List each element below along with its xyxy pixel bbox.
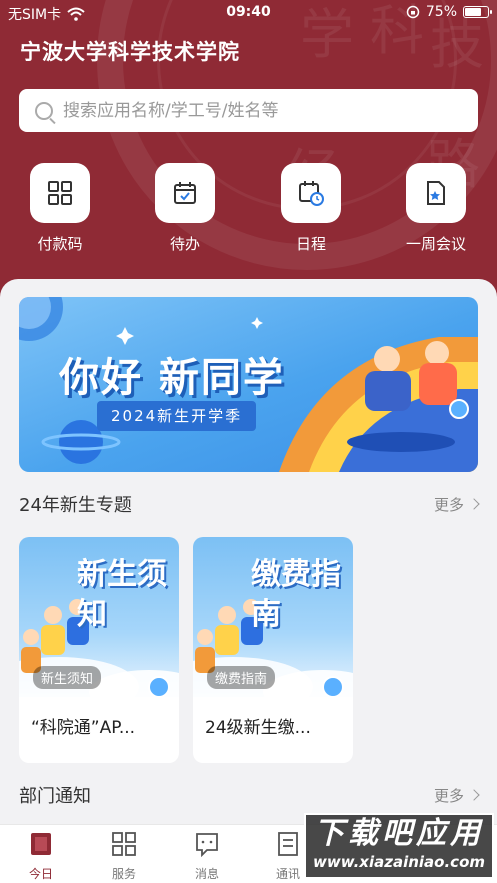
battery-icon: [463, 6, 492, 18]
status-bar: 无SIM卡 09:40 75%: [0, 0, 497, 26]
watermark-text: 下载吧应用: [314, 816, 484, 851]
search-input[interactable]: [63, 100, 443, 121]
quick-action-label: 待办: [169, 235, 200, 253]
more-label: 更多: [433, 495, 464, 514]
schedule-icon: [299, 181, 324, 206]
tab-services[interactable]: 服务: [94, 831, 154, 882]
banner-subtitle: 2024新生开学季: [97, 401, 257, 431]
tab-messages[interactable]: 消息: [177, 831, 237, 882]
banner-title: 你好 新同学: [59, 355, 285, 401]
contacts-icon: [278, 832, 298, 856]
battery-percent: 75%: [425, 4, 457, 20]
qrcode-icon: [48, 181, 72, 205]
section-title: 部门通知: [19, 786, 91, 807]
meeting-doc-icon: [427, 181, 445, 205]
main-content: 你好 新同学 2024新生开学季 24年新生专题 更多 新生须知 新生须知 “科…: [0, 279, 497, 824]
search-icon: [35, 101, 53, 120]
tab-today[interactable]: 今日: [11, 831, 71, 882]
quick-action-payment-code[interactable]: 付款码: [15, 163, 105, 254]
more-label: 更多: [433, 786, 464, 805]
section-header-new-students: 24年新生专题 更多: [19, 492, 480, 516]
tab-label: 消息: [194, 867, 219, 881]
quick-action-schedule[interactable]: 日程: [266, 163, 356, 254]
card-art-text: 新生须知: [77, 557, 167, 632]
today-icon: [31, 833, 51, 855]
quick-action-weekly-meeting[interactable]: 一周会议: [391, 163, 481, 254]
page-title: 宁波大学科学技术学院: [20, 40, 240, 64]
card-art-text: 缴费指南: [251, 557, 341, 632]
quick-action-todo[interactable]: 待办: [140, 163, 230, 254]
watermark-logo: 下载吧应用 www.xiazainiao.com: [304, 813, 494, 879]
watermark-url: www.xiazainiao.com: [312, 853, 486, 871]
section-title: 24年新生专题: [19, 495, 132, 516]
topic-card[interactable]: 缴费指南 缴费指南 24级新生缴...: [193, 537, 353, 763]
card-title: 24级新生缴...: [205, 718, 311, 738]
search-bar[interactable]: [19, 89, 478, 132]
topic-card[interactable]: 新生须知 新生须知 “科院通”AP...: [19, 537, 179, 763]
quick-action-label: 一周会议: [405, 235, 466, 253]
card-image: 缴费指南 缴费指南: [193, 537, 353, 697]
quick-action-label: 日程: [295, 235, 326, 253]
card-tag: 缴费指南: [207, 666, 276, 689]
grid-icon: [112, 832, 136, 856]
chevron-right-icon: [468, 498, 480, 510]
tab-label: 今日: [28, 867, 53, 881]
todo-calendar-icon: [174, 182, 196, 204]
quick-action-label: 付款码: [37, 235, 83, 253]
more-link[interactable]: 更多: [433, 494, 480, 515]
message-icon: [196, 833, 218, 858]
card-tag: 新生须知: [33, 666, 102, 689]
welcome-banner[interactable]: 你好 新同学 2024新生开学季: [19, 297, 478, 472]
card-title: “科院通”AP...: [31, 718, 136, 738]
tab-label: 服务: [111, 867, 136, 881]
card-image: 新生须知 新生须知: [19, 537, 179, 697]
section-header-notices: 部门通知 更多: [19, 783, 480, 807]
chevron-right-icon: [468, 789, 480, 801]
more-link[interactable]: 更多: [433, 785, 480, 806]
orientation-lock-icon: [406, 5, 420, 19]
